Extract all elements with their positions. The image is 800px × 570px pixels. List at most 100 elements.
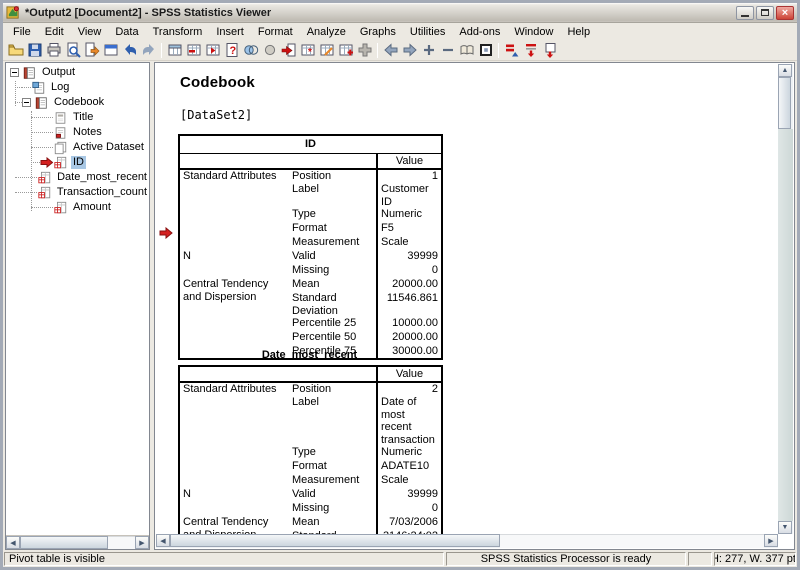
close-button[interactable]: × [776,6,794,20]
select-last-output-button[interactable] [279,41,298,60]
scroll-right-icon[interactable]: ▶ [135,536,149,549]
toolbar: ?* [3,40,797,61]
tree-item-date-most-recent[interactable]: Date_most_recent [6,170,149,185]
row-value: 0 [377,502,442,516]
tree-expander-icon[interactable] [10,68,19,77]
goto-data-icon [167,42,183,58]
outline-h-scrollbar[interactable]: ◀ ▶ [6,535,149,549]
insert-text-button[interactable] [540,41,559,60]
row-value: 11546.861 [377,292,442,317]
undo-icon [122,42,138,58]
tree-item-log[interactable]: Log [6,80,149,95]
save-button[interactable] [25,41,44,60]
menu-view[interactable]: View [71,24,109,40]
print-button[interactable] [44,41,63,60]
scroll-up-icon[interactable]: ▲ [778,64,792,77]
maximize-button[interactable] [756,6,774,20]
menu-transform[interactable]: Transform [146,24,210,40]
menu-utilities[interactable]: Utilities [403,24,452,40]
row-value: Numeric [377,208,442,222]
scroll-down-icon[interactable]: ▼ [778,521,792,534]
menu-add-ons[interactable]: Add-ons [452,24,507,40]
demote-button[interactable] [400,41,419,60]
content-h-scrollbar[interactable]: ◀ ▶ [156,534,778,548]
recall-dialog-button[interactable] [101,41,120,60]
scroll-left-icon[interactable]: ◀ [6,536,20,549]
collapse-button[interactable] [438,41,457,60]
tree-item-codebook[interactable]: Codebook [6,95,149,110]
scroll-right-icon[interactable]: ▶ [764,534,778,547]
menu-edit[interactable]: Edit [38,24,71,40]
open-button[interactable] [6,41,25,60]
dataset-icon [53,141,68,155]
insert-pivot-table-button[interactable] [336,41,355,60]
row-label: Type [289,208,377,222]
tree-item-output[interactable]: Output [6,65,149,80]
insert-text-block-button[interactable] [355,41,374,60]
insert-title-button[interactable] [521,41,540,60]
tree-expander-icon[interactable] [22,98,31,107]
menu-file[interactable]: File [6,24,38,40]
minimize-button[interactable] [736,6,754,20]
insert-heading-button[interactable] [502,41,521,60]
use-sets-button[interactable] [241,41,260,60]
menu-format[interactable]: Format [251,24,300,40]
scroll-left-icon[interactable]: ◀ [156,534,170,547]
edit-pivot-button[interactable] [317,41,336,60]
row-value: Scale [377,474,442,488]
current-item-arrow-icon [159,226,173,238]
edit-pivot-icon [319,42,335,58]
dataset-label: [DataSet2] [180,108,252,122]
expand-button[interactable] [419,41,438,60]
tree-item-amount[interactable]: Amount [6,200,149,215]
content-v-scrollbar[interactable]: ▲ ▼ [778,64,793,534]
menu-insert[interactable]: Insert [209,24,251,40]
show-button[interactable] [457,41,476,60]
pivot-table-date-most-recent[interactable]: Date_most_recentValueStandard Attributes… [178,349,443,534]
menu-analyze[interactable]: Analyze [300,24,353,40]
export-button[interactable] [82,41,101,60]
row-value: F5 [377,222,442,236]
tree-item-id[interactable]: ID [6,155,149,170]
show-all-sets-button[interactable] [260,41,279,60]
tree-item-title[interactable]: Title [6,110,149,125]
row-value: 20000.00 [377,278,442,292]
promote-button[interactable] [381,41,400,60]
undo-button[interactable] [120,41,139,60]
tree-item-notes[interactable]: Notes [6,125,149,140]
goto-data-button[interactable] [165,41,184,60]
row-label: Position [289,382,377,396]
row-value: Customer ID [377,183,442,208]
pivot-table-id[interactable]: IDValueStandard AttributesPosition1Label… [178,134,443,360]
table-row: NValid39999 [179,488,442,502]
row-value: 39999 [377,250,442,264]
processor-status: SPSS Statistics Processor is ready [446,552,686,566]
tree-item-transaction-count[interactable]: Transaction_count [6,185,149,200]
goto-variable-button[interactable] [203,41,222,60]
scrollbar-thumb[interactable] [170,534,500,547]
hide-button[interactable] [476,41,495,60]
menu-graphs[interactable]: Graphs [353,24,403,40]
goto-case-button[interactable] [184,41,203,60]
designate-window-button[interactable]: * [298,41,317,60]
promote-icon [383,42,399,58]
menu-help[interactable]: Help [560,24,597,40]
variables-button[interactable]: ? [222,41,241,60]
row-label: Missing [289,502,377,516]
menu-window[interactable]: Window [507,24,560,40]
output-heading: Codebook [180,74,255,91]
print-preview-button[interactable] [63,41,82,60]
expand-icon [421,42,437,58]
row-value: 7/03/2006 [377,516,442,530]
menu-data[interactable]: Data [108,24,145,40]
row-label: Position [289,169,377,183]
tree-item-active-dataset[interactable]: Active Dataset [6,140,149,155]
row-label: Standard Deviation [289,292,377,317]
show-icon [459,42,475,58]
redo-button[interactable] [139,41,158,60]
scrollbar-trough [108,536,135,549]
scrollbar-thumb[interactable] [778,77,791,129]
row-group-label: N [179,250,289,278]
row-label: Measurement [289,236,377,250]
scrollbar-thumb[interactable] [20,536,108,549]
